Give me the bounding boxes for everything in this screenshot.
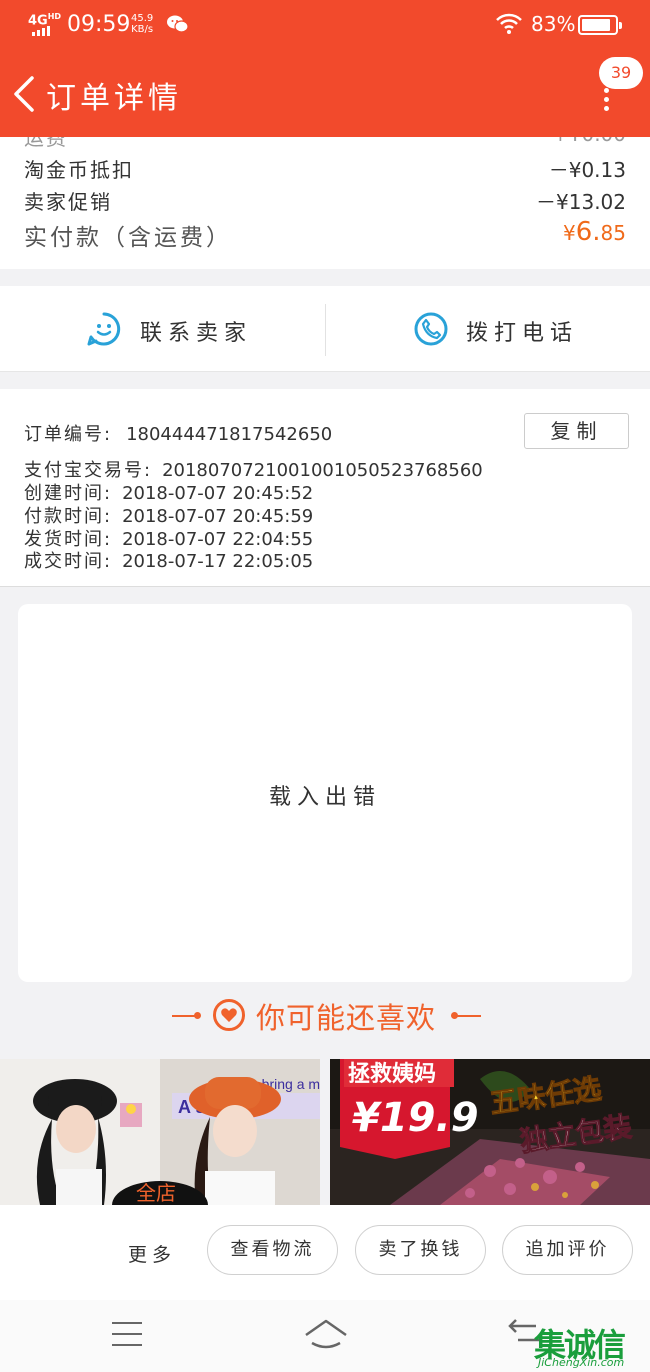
- load-error-text: 载入出错: [268, 785, 381, 810]
- battery-icon: [578, 15, 622, 35]
- net-speed: 45.9 KB/s: [131, 13, 154, 35]
- call-phone-button[interactable]: 拨打电话: [325, 286, 650, 372]
- home-icon[interactable]: [304, 1317, 348, 1351]
- signal-icon: [32, 26, 50, 36]
- bottom-action-bar: 更多 查看物流 卖了换钱 追加评价: [0, 1205, 650, 1300]
- resell-button[interactable]: 卖了换钱: [355, 1225, 486, 1275]
- price-row-total: 实付款（含运费） ¥6.85: [24, 217, 626, 251]
- recommend-title: 你可能还喜欢: [256, 1001, 437, 1035]
- product-card-tea[interactable]: 拯救姨妈 ¥19.9 五味任选 独立包装: [330, 1059, 650, 1205]
- deco-dot: [194, 1012, 201, 1019]
- total-amount: ¥6.85: [563, 217, 626, 247]
- message-badge[interactable]: 39: [599, 57, 643, 89]
- contact-bar: 联系卖家 拨打电话: [0, 286, 650, 372]
- order-info: 订单编号: 180444471817542650 复制 支付宝交易号: 201807…: [0, 389, 650, 587]
- wifi-icon: [496, 13, 522, 34]
- view-logistics-button[interactable]: 查看物流: [207, 1225, 338, 1275]
- status-bar: 4GHD 09:59 45.9 KB/s 83%: [0, 0, 650, 50]
- more-options-icon[interactable]: [601, 88, 611, 111]
- more-button[interactable]: 更多: [128, 1240, 176, 1267]
- menu-icon[interactable]: [112, 1322, 142, 1355]
- price-summary: 运费+¥0.00 淘金币抵扣－¥0.13 卖家促销－¥13.02 实付款（含运费…: [0, 120, 650, 269]
- wechat-icon: [167, 15, 189, 33]
- store-badge: 全店: [136, 1181, 176, 1205]
- battery-percent: 83%: [531, 12, 576, 36]
- contact-seller-label: 联系卖家: [140, 321, 253, 346]
- price-row-seller-promo: 卖家促销 －¥13.02: [24, 190, 626, 214]
- done-time-row: 成交时间: 2018-07-17 22:05:05: [24, 551, 314, 572]
- price-row-coin-discount: 淘金币抵扣 －¥0.13: [24, 158, 626, 182]
- heart-icon: [213, 999, 245, 1031]
- promo-tag: 拯救姨妈: [348, 1062, 436, 1087]
- recommend-header: 你可能还喜欢: [0, 985, 650, 1057]
- site-watermark: 集诚信 JiChengXin.com: [534, 1317, 650, 1372]
- app-header: 4GHD 09:59 45.9 KB/s 83% 订单详情 39: [0, 0, 650, 137]
- order-number-row: 订单编号: 180444471817542650: [24, 424, 333, 445]
- page-title: 订单详情: [46, 81, 182, 116]
- copy-button[interactable]: 复制: [524, 413, 629, 449]
- add-review-button[interactable]: 追加评价: [502, 1225, 633, 1275]
- chat-face-icon: [87, 312, 121, 346]
- contact-seller-button[interactable]: 联系卖家: [0, 286, 325, 372]
- promo-price: ¥19.9: [352, 1095, 479, 1141]
- product-card-hats[interactable]: A s n bring a m 全店: [0, 1059, 320, 1205]
- call-phone-label: 拨打电话: [466, 321, 579, 346]
- phone-icon: [414, 312, 448, 346]
- back-arrow-icon[interactable]: [10, 74, 40, 114]
- deco-line: [455, 1015, 481, 1017]
- clock: 09:59: [67, 12, 131, 37]
- product-image-tea: 拯救姨妈 ¥19.9 五味任选 独立包装: [330, 1059, 650, 1205]
- product-image-hats: A s n bring a m 全店: [0, 1059, 320, 1205]
- watermark-url: JiChengXin.com: [538, 1356, 625, 1369]
- load-error-panel[interactable]: 载入出错: [18, 604, 632, 982]
